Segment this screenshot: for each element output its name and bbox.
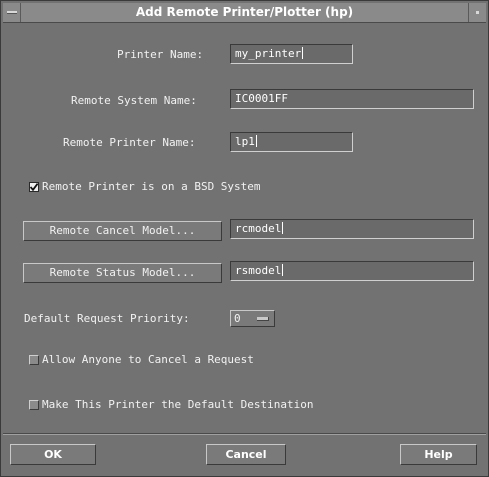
priority-option-menu[interactable]: 0 xyxy=(230,310,275,327)
window-resize-icon[interactable] xyxy=(468,3,486,22)
text-caret xyxy=(255,135,257,147)
footer-bar: OK Cancel Help xyxy=(3,435,486,474)
text-caret xyxy=(282,222,284,234)
checkmark-icon xyxy=(30,183,38,191)
printer-name-input[interactable]: my_printer xyxy=(230,44,353,64)
priority-value: 0 xyxy=(234,312,241,325)
remote-printer-value: lp1 xyxy=(235,135,255,148)
status-model-input[interactable]: rsmodel xyxy=(230,261,474,281)
remote-status-model-button[interactable]: Remote Status Model... xyxy=(23,263,222,283)
remote-printer-label: Remote Printer Name: xyxy=(63,136,196,149)
help-button[interactable]: Help xyxy=(400,444,477,465)
option-menu-indicator-icon xyxy=(257,317,269,321)
default-destination-label: Make This Printer the Default Destinatio… xyxy=(42,398,314,411)
priority-label: Default Request Priority: xyxy=(24,312,190,325)
printer-name-value: my_printer xyxy=(235,47,302,60)
remote-system-value: IC0001FF xyxy=(235,92,288,105)
status-model-value: rsmodel xyxy=(235,264,282,277)
window-title: Add Remote Printer/Plotter (hp) xyxy=(135,5,354,19)
title-bar[interactable]: Add Remote Printer/Plotter (hp) xyxy=(3,3,486,23)
remote-printer-input[interactable]: lp1 xyxy=(230,132,353,152)
allow-cancel-checkbox[interactable] xyxy=(29,355,39,365)
text-caret xyxy=(302,47,304,59)
dialog-window: Add Remote Printer/Plotter (hp) Printer … xyxy=(0,0,489,477)
allow-cancel-label: Allow Anyone to Cancel a Request xyxy=(42,353,254,366)
default-destination-checkbox[interactable] xyxy=(29,400,39,410)
ok-button[interactable]: OK xyxy=(10,444,96,465)
remote-cancel-model-button[interactable]: Remote Cancel Model... xyxy=(23,221,222,241)
cancel-model-value: rcmodel xyxy=(235,222,282,235)
window-menu-icon[interactable] xyxy=(3,3,21,22)
cancel-button[interactable]: Cancel xyxy=(206,444,286,465)
cancel-model-input[interactable]: rcmodel xyxy=(230,219,474,239)
remote-system-label: Remote System Name: xyxy=(71,94,197,107)
text-caret xyxy=(282,264,284,276)
remote-system-input[interactable]: IC0001FF xyxy=(230,89,474,109)
bsd-system-checkbox[interactable] xyxy=(29,182,39,192)
printer-name-label: Printer Name: xyxy=(117,48,204,61)
bsd-system-label: Remote Printer is on a BSD System xyxy=(42,180,261,193)
